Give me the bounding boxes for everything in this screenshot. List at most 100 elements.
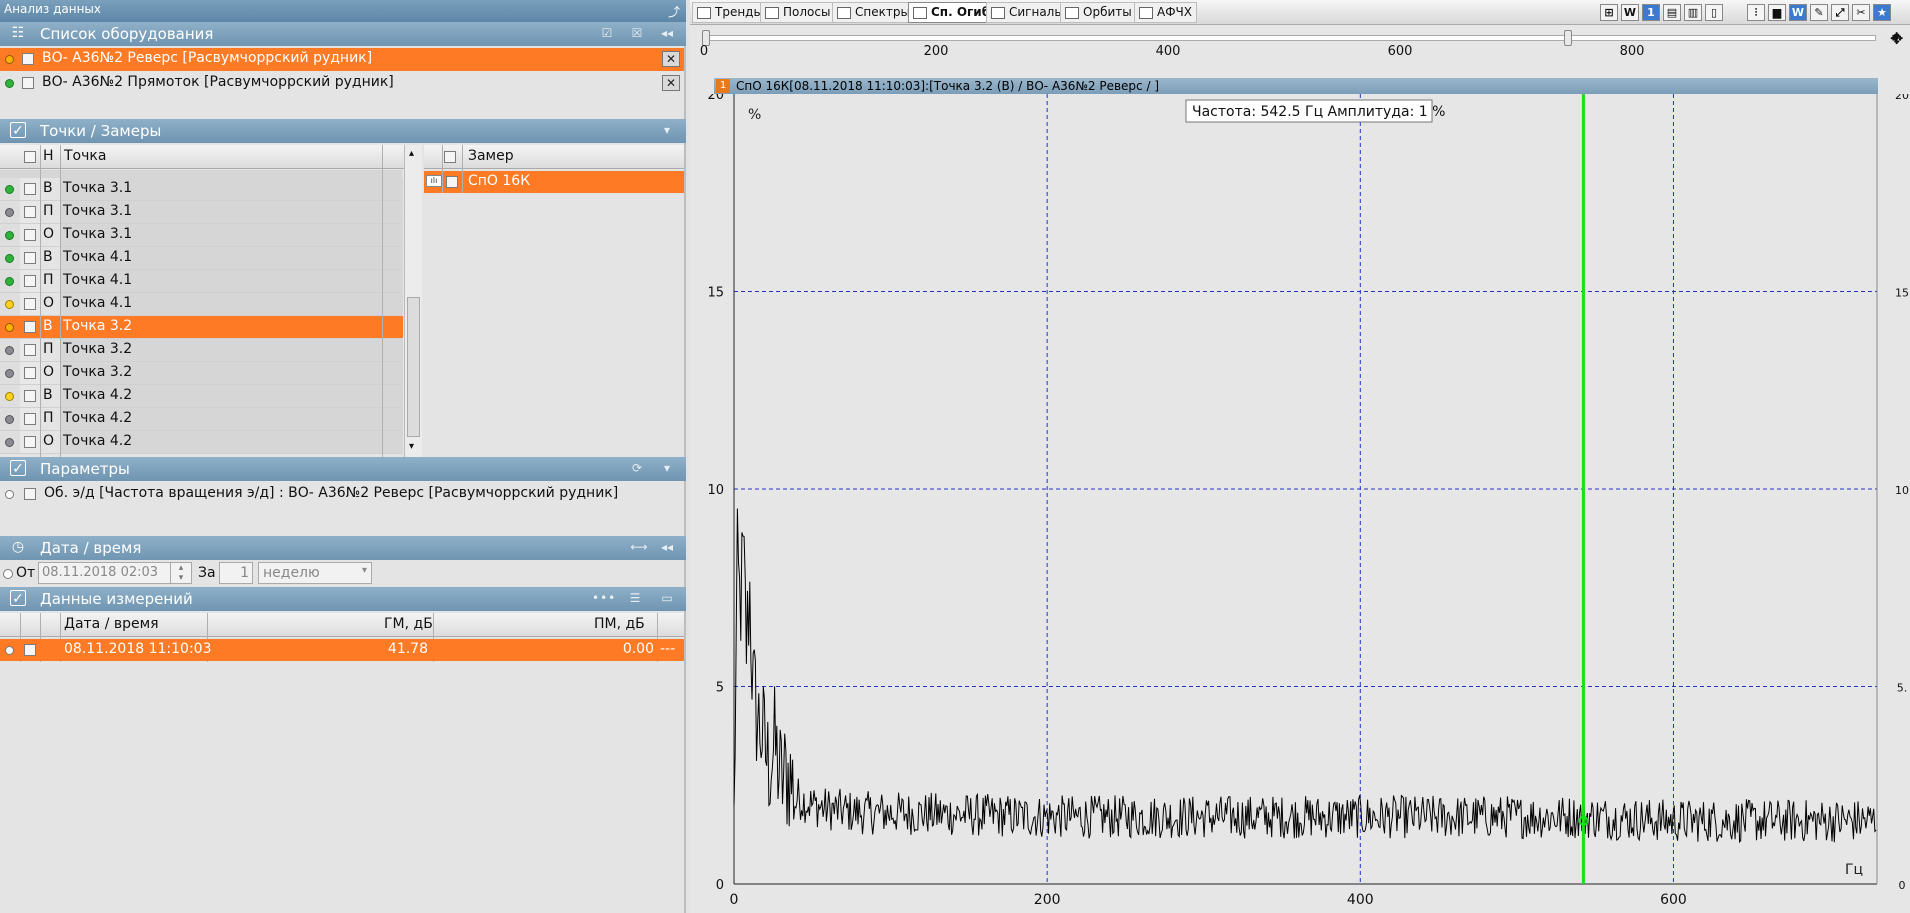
star-icon[interactable]: ★ <box>1873 4 1891 21</box>
tab-1[interactable]: Полосы <box>760 2 836 23</box>
layout-rows-icon[interactable]: ▤ <box>1663 4 1681 21</box>
period-select[interactable]: неделю ▾ <box>258 562 372 584</box>
expand-horizontal-icon[interactable]: ⟷ <box>630 539 648 556</box>
chevron-down-icon[interactable]: ▾ <box>658 122 676 139</box>
datetime-row: От 08.11.2018 02:03 ▴ ▾ За 1 неделю ▾ <box>0 561 684 584</box>
toolbar-w2-button[interactable]: W <box>1789 4 1807 21</box>
equipment-checkbox[interactable] <box>22 53 34 65</box>
from-date-input[interactable]: 08.11.2018 02:03 <box>38 562 182 584</box>
uncheck-all-icon[interactable]: ☒ <box>628 25 646 42</box>
grid-icon[interactable]: ⊞ <box>1600 4 1618 21</box>
tree-icon[interactable]: ☰ <box>626 590 644 607</box>
tools-icon[interactable]: ✂ <box>1852 4 1870 21</box>
tab-icon <box>765 7 779 19</box>
col-gm: ГМ, дБ <box>384 616 433 632</box>
right-y-tick-label: 15 <box>1895 287 1909 300</box>
points-title: Точки / Замеры <box>40 122 162 140</box>
points-scrollbar[interactable]: ▴ ▾ <box>404 145 422 457</box>
bookmark-icon[interactable]: ✎ <box>1810 4 1828 21</box>
tab-0[interactable]: Тренды <box>692 2 768 23</box>
scroll-up-icon[interactable]: ▴ <box>409 148 414 159</box>
check-all-icon[interactable]: ☑ <box>598 25 616 42</box>
point-checkbox[interactable] <box>24 390 36 402</box>
pan-icon[interactable]: ✥ <box>1890 29 1903 48</box>
tab-label: АФЧХ <box>1157 5 1192 19</box>
datetime-header: ◷ Дата / время ⟷ ◂◂ <box>0 536 686 560</box>
point-direction: О <box>43 295 55 311</box>
frequency-range-slider[interactable]: 0 200 400 600 800 <box>700 28 1876 62</box>
points-check-icon[interactable]: ✓ <box>10 122 26 139</box>
tab-5[interactable]: Орбиты <box>1060 2 1137 23</box>
col-point: Точка <box>64 148 107 164</box>
measurements-check-icon[interactable]: ✓ <box>10 590 26 607</box>
spectrum-plot[interactable]: 0510152005.1015200 200 400 600%ГцЧастота: 5… <box>690 94 1910 913</box>
point-direction: В <box>43 387 53 403</box>
close-icon[interactable]: ✕ <box>662 51 680 67</box>
measurement-checkbox[interactable] <box>24 644 36 656</box>
scroll-thumb[interactable] <box>407 297 420 437</box>
point-name: Точка 3.1 <box>61 178 403 200</box>
from-date-spinner[interactable]: ▴ ▾ <box>170 562 192 584</box>
status-dot <box>5 369 14 378</box>
point-name: Точка 4.1 <box>61 293 403 315</box>
collapse-icon[interactable]: ◂◂ <box>658 539 676 556</box>
col-datetime: Дата / время <box>64 616 159 632</box>
point-checkbox[interactable] <box>24 321 36 333</box>
close-icon[interactable]: ✕ <box>662 75 680 91</box>
layout-single-icon[interactable]: ▯ <box>1705 4 1723 21</box>
x-tick-label: 600 <box>1660 892 1687 908</box>
toolbar-w-button[interactable]: W <box>1621 4 1639 21</box>
toolbar-1-button[interactable]: 1 <box>1642 4 1660 21</box>
chart-bars-icon[interactable]: ▆ <box>1768 4 1786 21</box>
status-dot <box>5 438 14 447</box>
measurement-row[interactable]: 08.11.2018 11:10:03 41.78 0.00 --- <box>0 639 684 661</box>
tab-2[interactable]: Спектры <box>832 2 915 23</box>
chevron-down-icon[interactable]: ▾ <box>658 460 676 477</box>
range-track[interactable] <box>704 35 1876 41</box>
measure-checkbox[interactable] <box>446 176 458 188</box>
point-checkbox[interactable] <box>24 367 36 379</box>
equipment-checkbox[interactable] <box>22 77 34 89</box>
measure-row[interactable]: ılı СпО 16К <box>424 171 684 193</box>
count-input[interactable]: 1 <box>219 562 253 584</box>
from-radio[interactable] <box>3 569 13 579</box>
spectrum-icon: ılı <box>426 175 442 187</box>
more-icon[interactable]: ••• <box>592 590 615 607</box>
layout-split-icon[interactable]: ▥ <box>1684 4 1702 21</box>
point-checkbox[interactable] <box>24 252 36 264</box>
tab-4[interactable]: Сигналы <box>986 2 1069 23</box>
point-checkbox[interactable] <box>24 344 36 356</box>
params-check-icon[interactable]: ✓ <box>10 460 26 477</box>
export-icon[interactable]: ⤢ <box>1831 4 1849 21</box>
equipment-item[interactable]: ВО- А36№2 Прямоток [Расвумчоррский рудни… <box>0 72 684 95</box>
point-direction: П <box>43 410 54 426</box>
point-checkbox[interactable] <box>24 206 36 218</box>
chart-panel: Тренды Полосы Спектры Сп. Огиб. Сигналы Орбит… <box>690 0 1910 913</box>
param-checkbox[interactable] <box>24 488 36 500</box>
point-direction: В <box>43 249 53 265</box>
point-checkbox[interactable] <box>24 298 36 310</box>
refresh-icon[interactable]: ⟳ <box>628 460 646 477</box>
points-select-all-checkbox[interactable] <box>24 151 36 163</box>
point-checkbox[interactable] <box>24 229 36 241</box>
point-name: Точка 4.2 <box>61 385 403 407</box>
window-icon[interactable]: ▭ <box>658 590 676 607</box>
tab-icon <box>1065 7 1079 19</box>
collapse-icon[interactable]: ◂◂ <box>658 25 676 42</box>
point-checkbox[interactable] <box>24 275 36 287</box>
point-checkbox[interactable] <box>24 413 36 425</box>
scroll-down-icon[interactable]: ▾ <box>409 441 414 452</box>
param-row[interactable]: Об. э/д [Частота вращения э/д] : ВО- А36… <box>0 483 684 506</box>
range-handle-right[interactable] <box>1564 30 1572 46</box>
point-checkbox[interactable] <box>24 183 36 195</box>
x-tick-label: 200 <box>1034 892 1061 908</box>
pin-icon[interactable]: ⤴ <box>668 3 680 20</box>
measurements-title: Данные измерений <box>40 590 193 608</box>
measures-select-all-checkbox[interactable] <box>444 151 456 163</box>
chart-type-icon[interactable]: ⫶ <box>1747 4 1765 21</box>
equipment-item[interactable]: ВО- А36№2 Реверс [Расвумчоррский рудник]… <box>0 48 684 71</box>
point-name: Точка 4.2 <box>61 431 403 453</box>
tab-6[interactable]: АФЧХ <box>1134 2 1197 23</box>
point-checkbox[interactable] <box>24 436 36 448</box>
col-measure: Замер <box>468 148 514 164</box>
